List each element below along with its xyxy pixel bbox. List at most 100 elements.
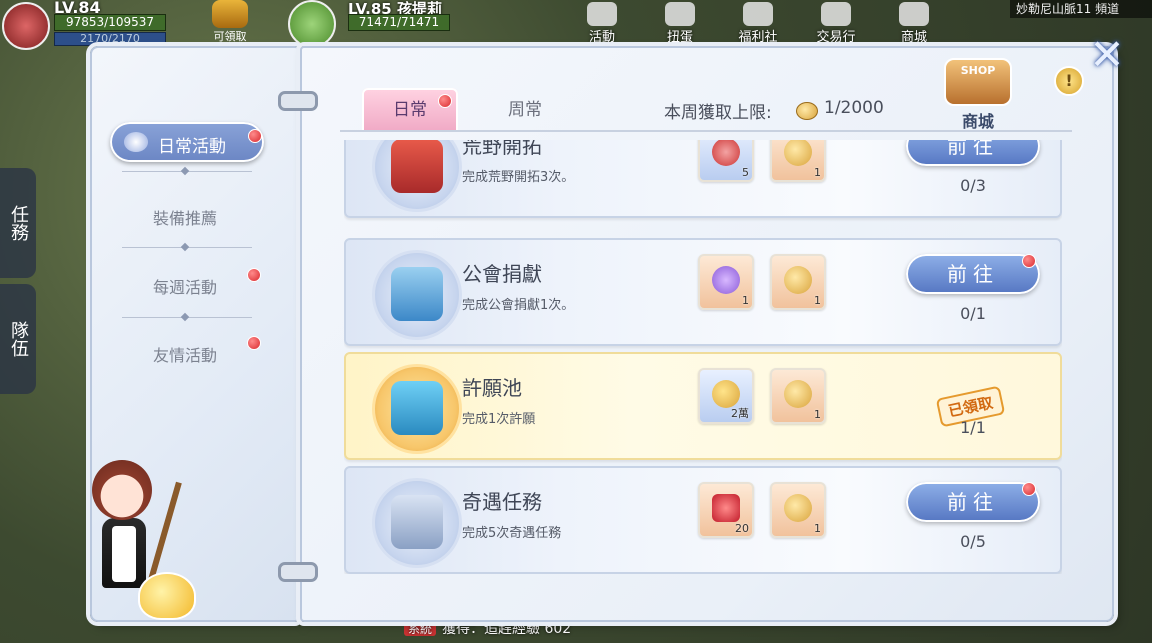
- menu-label: 活動: [588, 30, 615, 45]
- task-name: 荒野開拓: [462, 140, 542, 158]
- reward-slot[interactable]: 1: [770, 368, 826, 424]
- reward-slot[interactable]: 1: [770, 140, 826, 182]
- shop-icon: SHOP: [944, 58, 1012, 106]
- activity-icon: [587, 2, 617, 26]
- maid-head: [92, 460, 152, 520]
- close-icon[interactable]: ✕: [1088, 34, 1126, 76]
- task-desc: 完成公會捐獻1次。: [462, 298, 575, 313]
- shop-sign: SHOP: [960, 64, 996, 77]
- nav-weekly-activity[interactable]: 每週活動: [120, 274, 250, 298]
- task-row: 公會捐獻 完成公會捐獻1次。 1 1 前往 0/1: [344, 238, 1062, 346]
- player-avatar[interactable]: [2, 2, 50, 50]
- gift-label: 可領取: [213, 30, 247, 43]
- binder-ring: [278, 562, 318, 582]
- daily-activity-icon: [124, 132, 148, 152]
- player-hp-bar: 97853/109537: [54, 14, 166, 31]
- reward-slot[interactable]: 1: [770, 254, 826, 310]
- reward-slot[interactable]: 2萬: [698, 368, 754, 424]
- menu-shop-button[interactable]: 商城: [882, 0, 946, 45]
- task-row: 荒野開拓 完成荒野開拓3次。 5 1 前往 0/3: [344, 140, 1062, 218]
- task-name: 奇遇任務: [462, 490, 542, 514]
- task-desc: 完成1次許願: [462, 412, 536, 427]
- ticket-icon: [712, 266, 740, 294]
- fountain-icon: [391, 381, 443, 435]
- notify-dot: [438, 94, 452, 108]
- side-tab-team[interactable]: 隊伍: [0, 284, 36, 394]
- wishing-well-icon: [372, 364, 462, 454]
- side-tab-quest[interactable]: 任務: [0, 168, 36, 278]
- go-button[interactable]: 前往: [906, 482, 1040, 522]
- weekly-limit-value: 1/2000: [824, 98, 884, 118]
- task-row: 許願池 完成1次許願 2萬 1 已領取 1/1: [344, 352, 1062, 460]
- menu-activity-button[interactable]: 活動: [570, 0, 634, 45]
- top-hud: LV.84 97853/109537 2170/2170 可領取 LV.85 孩…: [0, 0, 1152, 50]
- gacha-icon: [665, 2, 695, 26]
- task-list[interactable]: 荒野開拓 完成荒野開拓3次。 5 1 前往 0/3 公會捐獻 完成公會捐獻1次。…: [344, 140, 1062, 574]
- menu-trade-button[interactable]: 交易行: [804, 0, 868, 45]
- task-desc: 完成5次奇遇任務: [462, 526, 562, 541]
- divider: [122, 247, 252, 248]
- nav-daily-activity[interactable]: 日常活動: [110, 122, 264, 162]
- notify-dot: [247, 336, 261, 350]
- region-channel[interactable]: 妙勒尼山脈11 頻道: [1010, 0, 1152, 18]
- divider: [122, 317, 252, 318]
- system-tag: 系統: [404, 622, 437, 636]
- task-progress: 0/5: [960, 532, 986, 551]
- nav-friendship-activity[interactable]: 友情活動: [120, 342, 250, 366]
- help-icon[interactable]: !: [1054, 66, 1084, 96]
- shop-menu-icon: [899, 2, 929, 26]
- reward-count: 1: [814, 294, 821, 307]
- menu-label: 商城: [900, 30, 927, 45]
- shop-label: 商城: [961, 112, 994, 131]
- pet-avatar[interactable]: [288, 0, 336, 48]
- castle-emblem-icon: [391, 267, 443, 321]
- reward-slot[interactable]: 1: [698, 254, 754, 310]
- binder-ring: [278, 91, 318, 111]
- reward-count: 2萬: [731, 407, 749, 420]
- menu-label: 福利社: [738, 30, 778, 45]
- shop-button[interactable]: SHOP 商城: [942, 58, 1014, 131]
- coin-icon: [784, 140, 812, 166]
- trumpet-shield-icon: [391, 140, 443, 193]
- gold-coin-icon: [712, 380, 740, 408]
- divider: [122, 171, 252, 172]
- reward-slot[interactable]: 20: [698, 482, 754, 538]
- notify-dot: [248, 129, 262, 143]
- nav-equipment-recommend[interactable]: 裝備推薦: [120, 205, 250, 229]
- task-progress: 0/3: [960, 176, 986, 195]
- go-button[interactable]: 前往: [906, 254, 1040, 294]
- task-name: 公會捐獻: [462, 262, 542, 286]
- reward-slot[interactable]: 5: [698, 140, 754, 182]
- guild-donation-icon: [372, 250, 462, 340]
- system-text: 獲得：追趕經驗 602: [442, 621, 572, 637]
- task-desc: 完成荒野開拓3次。: [462, 170, 575, 185]
- welfare-icon: [743, 2, 773, 26]
- menu-welfare-button[interactable]: 福利社: [726, 0, 790, 45]
- poring-slime-icon: [138, 572, 196, 620]
- task-progress: 1/1: [960, 418, 986, 437]
- go-button[interactable]: 前往: [906, 140, 1040, 166]
- coin-icon: [784, 380, 812, 408]
- coin-icon: [784, 494, 812, 522]
- reward-count: 1: [742, 294, 749, 307]
- reward-count: 1: [814, 522, 821, 535]
- notify-dot: [1022, 482, 1036, 496]
- task-name: 許願池: [462, 376, 522, 400]
- gift-button[interactable]: 可領取: [204, 0, 256, 44]
- gift-icon: [212, 0, 248, 28]
- weekly-limit-label: 本周獲取上限:: [664, 103, 772, 123]
- notify-dot: [247, 268, 261, 282]
- task-progress: 0/1: [960, 304, 986, 323]
- notify-dot: [1022, 254, 1036, 268]
- reward-count: 5: [742, 166, 749, 179]
- reward-slot[interactable]: 1: [770, 482, 826, 538]
- reward-count: 1: [814, 166, 821, 179]
- coin-icon: [784, 266, 812, 294]
- reward-count: 1: [814, 408, 821, 421]
- adventure-quest-icon: [372, 478, 462, 568]
- wilderness-icon: [372, 140, 462, 212]
- coin-icon: [796, 100, 818, 120]
- menu-gacha-button[interactable]: 扭蛋: [648, 0, 712, 45]
- maid-apron: [112, 526, 136, 582]
- tab-weekly[interactable]: 周常: [480, 88, 570, 132]
